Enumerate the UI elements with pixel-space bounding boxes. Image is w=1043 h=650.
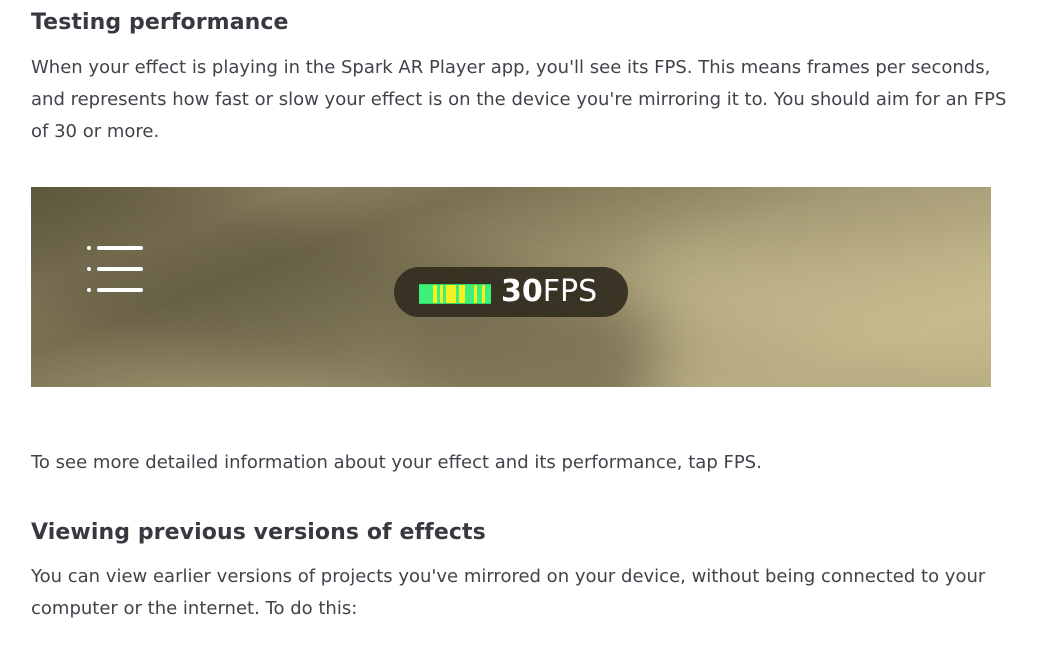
fps-readout[interactable]: 30FPS xyxy=(501,274,597,310)
section-paragraph-testing-performance: When your effect is playing in the Spark… xyxy=(31,57,1007,142)
performance-bar-icon xyxy=(419,284,491,304)
background-highlight xyxy=(651,247,991,387)
section-heading-testing-performance: Testing performance xyxy=(31,10,289,35)
section-paragraph-viewing-previous-versions: You can view earlier versions of project… xyxy=(31,566,986,619)
menu-list-icon xyxy=(87,246,145,296)
fps-unit: FPS xyxy=(542,274,598,309)
article-content: Testing performance When your effect is … xyxy=(0,0,1043,650)
fps-value: 30 xyxy=(501,274,543,309)
tap-fps-instruction: To see more detailed information about y… xyxy=(31,452,762,473)
fps-indicator: 30FPS xyxy=(394,267,628,317)
fps-screenshot-figure: 30FPS xyxy=(31,187,991,387)
section-heading-viewing-previous-versions: Viewing previous versions of effects xyxy=(31,520,486,545)
